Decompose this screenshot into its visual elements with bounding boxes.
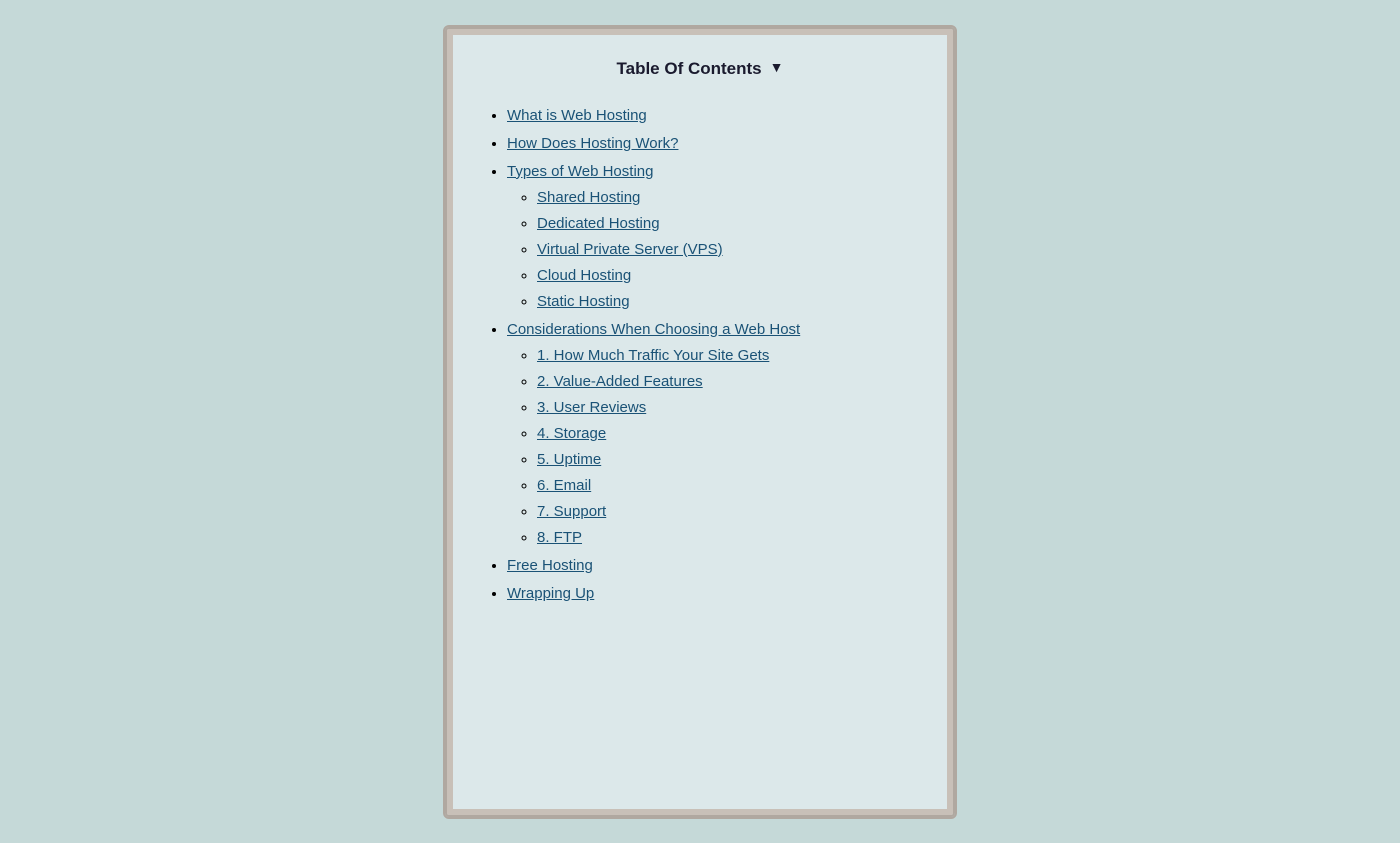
- chevron-down-icon[interactable]: ▼: [770, 61, 784, 77]
- list-item: Shared Hosting: [537, 189, 913, 207]
- toc-sub-link[interactable]: Static Hosting: [537, 293, 630, 310]
- toc-link[interactable]: Free Hosting: [507, 557, 593, 574]
- toc-sub-link[interactable]: 8. FTP: [537, 529, 582, 546]
- list-item: Types of Web Hosting Shared Hosting Dedica…: [507, 163, 913, 311]
- list-item: 8. FTP: [537, 529, 913, 547]
- toc-link[interactable]: Wrapping Up: [507, 585, 594, 602]
- list-item: 5. Uptime: [537, 451, 913, 469]
- list-item: How Does Hosting Work?: [507, 135, 913, 153]
- toc-sub-link[interactable]: Virtual Private Server (VPS): [537, 241, 723, 258]
- toc-sub-link[interactable]: 1. How Much Traffic Your Site Gets: [537, 347, 769, 364]
- list-item: Dedicated Hosting: [537, 215, 913, 233]
- toc-sub-link[interactable]: 3. User Reviews: [537, 399, 646, 416]
- toc-link[interactable]: Types of Web Hosting: [507, 163, 653, 180]
- table-of-contents-card: Table Of Contents ▼ What is Web Hosting H…: [445, 27, 955, 817]
- list-item: 6. Email: [537, 477, 913, 495]
- list-item: 7. Support: [537, 503, 913, 521]
- list-item: Cloud Hosting: [537, 267, 913, 285]
- list-item: 1. How Much Traffic Your Site Gets: [537, 347, 913, 365]
- toc-sub-link[interactable]: Cloud Hosting: [537, 267, 631, 284]
- toc-sub-link[interactable]: 6. Email: [537, 477, 591, 494]
- toc-sub-link[interactable]: Dedicated Hosting: [537, 215, 660, 232]
- list-item: Free Hosting: [507, 557, 913, 575]
- toc-link[interactable]: How Does Hosting Work?: [507, 135, 678, 152]
- toc-sub-list: 1. How Much Traffic Your Site Gets 2. Val…: [507, 347, 913, 547]
- toc-sub-list: Shared Hosting Dedicated Hosting Virtual P…: [507, 189, 913, 311]
- toc-link[interactable]: Considerations When Choosing a Web Host: [507, 321, 800, 338]
- list-item: 2. Value-Added Features: [537, 373, 913, 391]
- list-item: Virtual Private Server (VPS): [537, 241, 913, 259]
- list-item: What is Web Hosting: [507, 107, 913, 125]
- list-item: Wrapping Up: [507, 585, 913, 603]
- toc-sub-link[interactable]: 4. Storage: [537, 425, 606, 442]
- toc-sub-link[interactable]: 5. Uptime: [537, 451, 601, 468]
- list-item: Static Hosting: [537, 293, 913, 311]
- toc-sub-link[interactable]: 7. Support: [537, 503, 606, 520]
- toc-main-list: What is Web Hosting How Does Hosting Work…: [487, 107, 913, 603]
- list-item: 4. Storage: [537, 425, 913, 443]
- toc-title: Table Of Contents: [617, 59, 762, 79]
- toc-sub-link[interactable]: Shared Hosting: [537, 189, 640, 206]
- toc-header: Table Of Contents ▼: [487, 59, 913, 79]
- list-item: 3. User Reviews: [537, 399, 913, 417]
- toc-sub-link[interactable]: 2. Value-Added Features: [537, 373, 703, 390]
- toc-link[interactable]: What is Web Hosting: [507, 107, 647, 124]
- list-item: Considerations When Choosing a Web Host 1…: [507, 321, 913, 547]
